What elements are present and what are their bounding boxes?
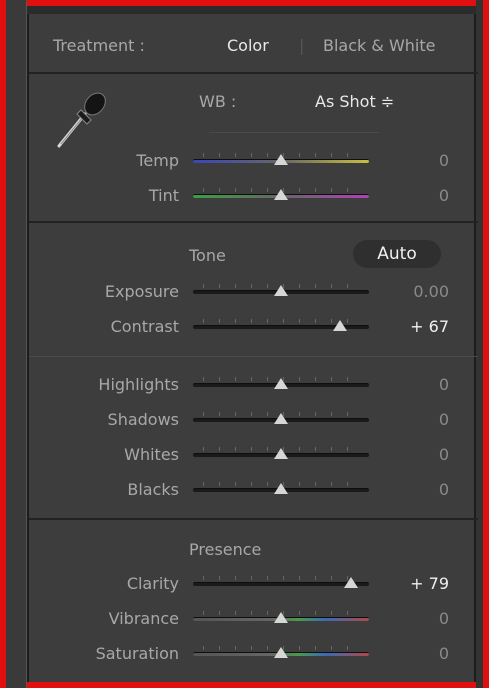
vibrance-slider-thumb[interactable]	[274, 612, 288, 623]
clarity-label: Clarity	[126, 574, 179, 593]
clarity-slider[interactable]	[193, 574, 369, 594]
blacks-slider[interactable]	[193, 480, 369, 500]
whites-slider-thumb[interactable]	[274, 448, 288, 459]
shadows-slider-thumb[interactable]	[274, 413, 288, 424]
tint-slider[interactable]	[193, 186, 369, 206]
exposure-slider[interactable]	[193, 282, 369, 302]
tone-title: Tone	[189, 246, 226, 265]
clarity-value[interactable]: + 79	[389, 574, 449, 594]
contrast-slider-thumb[interactable]	[332, 320, 347, 331]
contrast-value[interactable]: + 67	[389, 317, 449, 337]
saturation-value[interactable]: 0	[389, 644, 449, 664]
highlights-label: Highlights	[98, 375, 179, 394]
left-panel-strip	[6, 0, 27, 688]
saturation-slider-thumb[interactable]	[274, 647, 288, 658]
divider	[29, 356, 478, 357]
temp-slider[interactable]	[193, 151, 369, 171]
exposure-label: Exposure	[104, 282, 179, 301]
highlights-slider-thumb[interactable]	[274, 378, 288, 389]
shadows-label: Shadows	[107, 410, 179, 429]
highlights-slider[interactable]	[193, 375, 369, 395]
whites-value[interactable]: 0	[389, 445, 449, 465]
treatment-color-option[interactable]: Color	[227, 36, 269, 56]
shadows-slider[interactable]	[193, 410, 369, 430]
treatment-bw-option[interactable]: Black & White	[323, 36, 435, 56]
divider	[29, 72, 478, 74]
contrast-label: Contrast	[110, 317, 179, 336]
blacks-slider-thumb[interactable]	[274, 483, 288, 494]
whites-label: Whites	[124, 445, 179, 464]
clarity-slider-ticks	[203, 576, 359, 580]
saturation-slider[interactable]	[193, 644, 369, 664]
right-scroll-strip	[476, 0, 483, 688]
temp-slider-thumb[interactable]	[274, 154, 288, 165]
divider	[29, 221, 478, 223]
vibrance-value[interactable]: 0	[389, 609, 449, 629]
tint-value[interactable]: 0	[389, 186, 449, 206]
exposure-slider-thumb[interactable]	[274, 285, 288, 296]
contrast-slider[interactable]	[193, 317, 369, 337]
basic-panel: Treatment : Color | Black & White WB : A…	[27, 14, 478, 682]
tint-label: Tint	[148, 186, 179, 205]
treatment-separator: |	[299, 36, 305, 55]
highlights-value[interactable]: 0	[389, 375, 449, 395]
auto-button[interactable]: Auto	[353, 240, 441, 268]
blacks-label: Blacks	[127, 480, 179, 499]
vibrance-slider[interactable]	[193, 609, 369, 629]
saturation-label: Saturation	[95, 644, 179, 663]
exposure-value[interactable]: 0.00	[389, 282, 449, 302]
temp-label: Temp	[136, 151, 179, 170]
presence-title: Presence	[189, 540, 262, 559]
treatment-label: Treatment :	[53, 36, 145, 55]
vibrance-label: Vibrance	[108, 609, 179, 628]
divider	[29, 518, 478, 520]
wb-label: WB :	[199, 92, 237, 111]
wb-select[interactable]: As Shot ≑	[315, 92, 394, 112]
blacks-value[interactable]: 0	[389, 480, 449, 500]
clarity-slider-thumb[interactable]	[343, 577, 358, 588]
eyedropper-icon[interactable]	[51, 84, 111, 154]
tint-slider-thumb[interactable]	[274, 189, 288, 200]
temp-value[interactable]: 0	[389, 151, 449, 171]
wb-underline	[209, 132, 379, 133]
whites-slider[interactable]	[193, 445, 369, 465]
shadows-value[interactable]: 0	[389, 410, 449, 430]
